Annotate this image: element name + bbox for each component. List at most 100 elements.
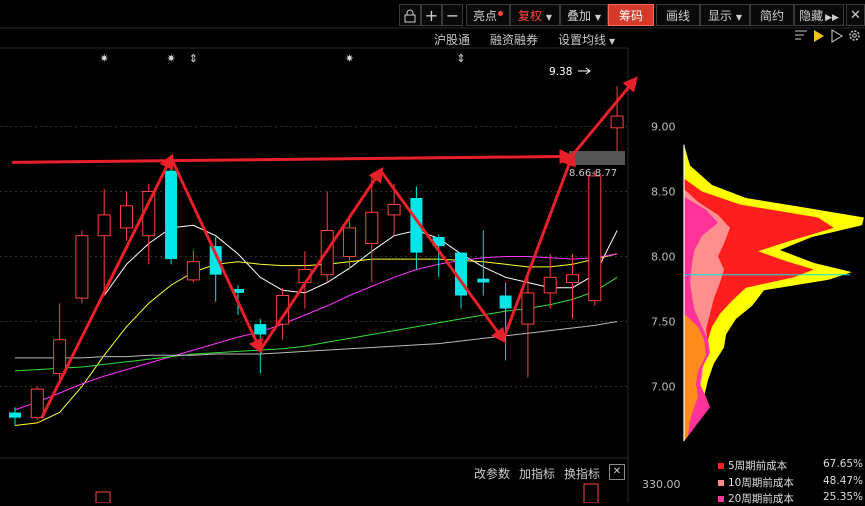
chip-label: 筹码 [618, 9, 643, 23]
plus-icon[interactable]: + [421, 4, 442, 26]
candle-body [477, 278, 490, 283]
ma-line [14, 253, 618, 411]
y-tick-label: 9.00 [651, 121, 676, 134]
simple-button[interactable]: 简约 [750, 4, 794, 26]
candle-body [9, 412, 21, 418]
add-indicator-button[interactable]: 加指标 [519, 465, 555, 482]
edit-params-button[interactable]: 改参数 [474, 465, 510, 482]
chip-profile-10 [684, 188, 730, 442]
flag-icon[interactable] [813, 29, 825, 46]
candle-body [254, 324, 267, 335]
candle-body [521, 292, 535, 325]
cost-range-label: 8.66-8.77 [569, 168, 617, 179]
legend-swatch [718, 463, 724, 469]
candle-body [209, 246, 222, 275]
legend-item-5: 5周期前成本 67.65% [718, 458, 863, 473]
draw-line-button[interactable]: 画线 [656, 4, 700, 26]
candle [521, 272, 535, 378]
volume-bar [583, 483, 599, 503]
candle-body [588, 175, 602, 302]
candle [97, 188, 111, 296]
candle [232, 285, 244, 315]
draw-line-label: 画线 [665, 9, 690, 23]
stock-chart-window: + − 亮点 复权 ▼ 叠加 ▼ 筹码 画线 显示 ▼ 简约 隐藏 ▶▶ ✕ 沪股… [0, 0, 865, 505]
ma-line [14, 276, 618, 372]
event-marker: ⇕ [189, 52, 198, 65]
candle-body [276, 295, 290, 325]
candle [566, 253, 579, 319]
event-marker: ⇕ [456, 52, 465, 65]
highlight-label: 亮点 [472, 9, 497, 23]
highlight-button[interactable]: 亮点 [466, 4, 510, 26]
candle [387, 183, 401, 236]
legend-percent: 25.35% [823, 491, 864, 503]
event-marker: ✷ [100, 52, 109, 65]
legend-swatch [718, 496, 724, 502]
candle-body [387, 204, 401, 216]
candle [365, 175, 379, 283]
legend-label: 5周期前成本 [728, 460, 788, 472]
chip-profile-20 [684, 196, 718, 442]
candle [320, 191, 334, 283]
zigzag-segment [169, 157, 263, 355]
candle [499, 282, 512, 361]
candle [477, 230, 490, 296]
candle [53, 303, 67, 379]
close-icon[interactable]: ✕ [846, 4, 865, 26]
hk-connect-link[interactable]: 沪股通 [434, 31, 470, 48]
candle-body [455, 252, 467, 296]
flag-outline-icon[interactable] [831, 29, 843, 46]
candle-body [120, 205, 133, 229]
candle-body [343, 227, 356, 257]
candle [610, 86, 624, 156]
overlay-label: 叠加 [567, 9, 592, 23]
minus-icon[interactable]: − [442, 4, 463, 26]
candle [588, 170, 602, 306]
candle [432, 234, 445, 278]
chevron-down-icon: ▼ [609, 37, 616, 46]
list-icon[interactable] [795, 29, 807, 44]
event-marker: ✷ [166, 52, 175, 65]
price-chart[interactable]: 9.00 8.50 8.00 7.50 7.00 330.00 ✷ ✷ ⇕ ✷ ⇕ 8.66-8.77… [0, 0, 865, 503]
candle-body [320, 230, 334, 276]
hide-button[interactable]: 隐藏 ▶▶ [794, 4, 844, 26]
chevron-down-icon: ▼ [735, 13, 742, 22]
hide-label: 隐藏 [799, 9, 824, 23]
overlay-button[interactable]: 叠加 ▼ [560, 4, 608, 26]
lock-icon[interactable] [399, 4, 421, 26]
candle [165, 155, 178, 265]
candle [30, 386, 44, 421]
display-button[interactable]: 显示 ▼ [700, 4, 750, 26]
candle [543, 253, 557, 309]
event-marker: ✷ [345, 52, 354, 65]
switch-indicator-button[interactable]: 换指标 [564, 465, 600, 482]
legend-percent: 48.47% [823, 475, 864, 487]
candle-body [610, 115, 624, 129]
adjust-button[interactable]: 复权 ▼ [510, 4, 560, 26]
y-tick-label: 7.50 [651, 316, 676, 329]
zigzag-segment [40, 153, 174, 419]
candle-body [543, 276, 557, 294]
candle [9, 407, 21, 426]
gear-icon[interactable] [848, 29, 861, 45]
close-indicator-icon[interactable]: ✕ [609, 464, 625, 480]
margin-trading-link[interactable]: 融资融券 [490, 31, 538, 48]
legend-swatch [718, 480, 724, 486]
candle-body [165, 170, 178, 260]
y-tick-label: 8.50 [651, 186, 676, 199]
candle-body [75, 235, 89, 299]
candle-body [410, 198, 423, 253]
price-annotation-arrow [578, 67, 591, 75]
zigzag-segment [571, 76, 638, 157]
fast-forward-icon: ▶▶ [825, 13, 839, 23]
legend-label: 10周期前成本 [728, 477, 794, 489]
ma-settings-button[interactable]: 设置均线 ▼ [558, 31, 615, 48]
chip-profile-older [684, 313, 706, 442]
chip-button[interactable]: 筹码 [608, 4, 654, 26]
candle-body [298, 269, 312, 283]
price-annotation: 9.38 [549, 66, 572, 78]
candle [298, 251, 312, 309]
candle [75, 230, 89, 304]
legend-item-10: 10周期前成本 48.47% [718, 475, 863, 490]
zigzag-segment [501, 150, 576, 341]
